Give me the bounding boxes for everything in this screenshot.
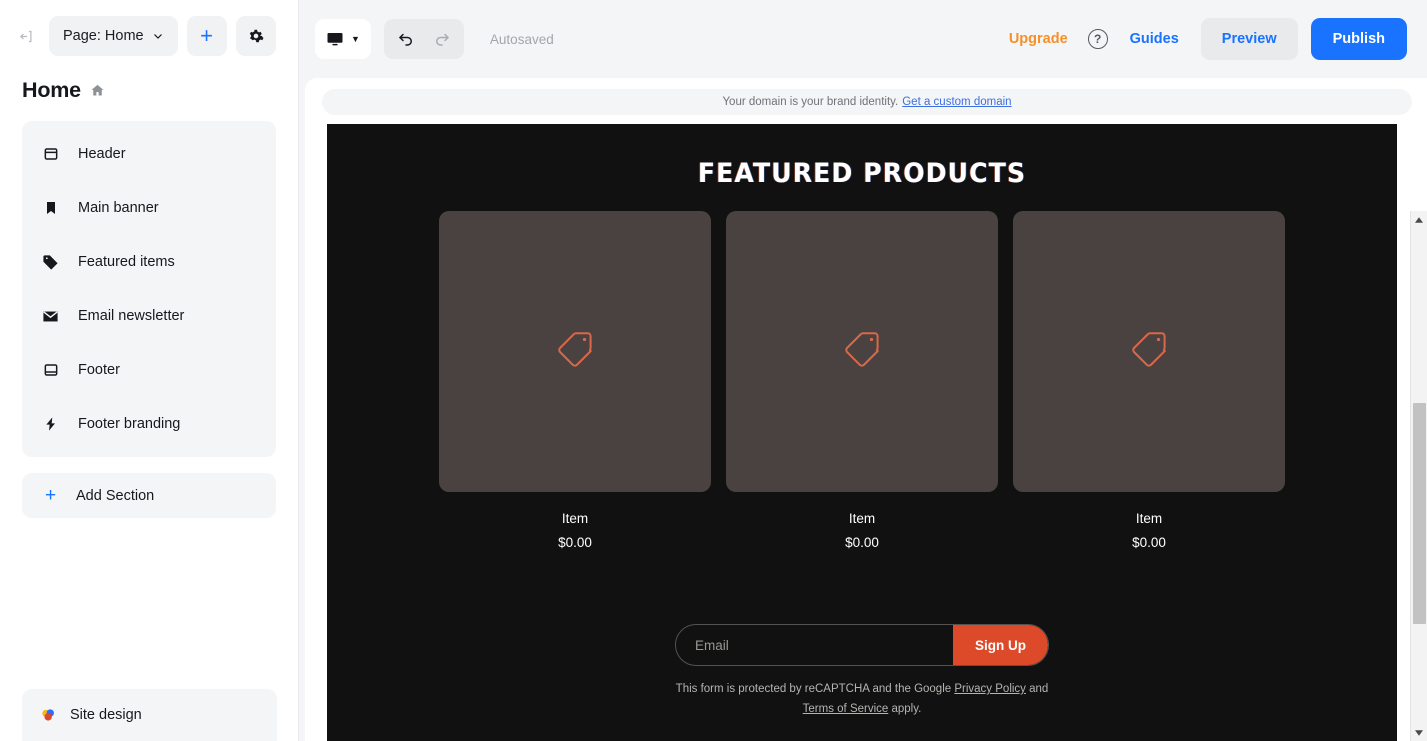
sidebar-toolbar: Page: Home + [0, 0, 298, 66]
device-selector-button[interactable]: ▼ [315, 19, 371, 59]
canvas-area: Your domain is your brand identity. Get … [305, 78, 1427, 741]
add-section-label: Add Section [76, 488, 154, 504]
product-card[interactable]: Item $0.00 [439, 211, 711, 550]
site-design-label: Site design [70, 707, 142, 723]
page-settings-button[interactable] [236, 16, 276, 56]
tag-icon [42, 254, 59, 271]
product-grid: Item $0.00 Item [327, 189, 1397, 550]
recaptcha-suffix: apply. [888, 703, 921, 715]
sidebar-item-label: Footer branding [78, 416, 180, 432]
product-thumbnail[interactable] [1013, 211, 1285, 492]
scroll-up-arrow-icon[interactable] [1411, 211, 1427, 228]
desktop-monitor-icon [326, 30, 344, 48]
top-toolbar-right: Upgrade ? Guides Preview Publish [997, 18, 1407, 60]
newsletter-form: Sign Up [675, 624, 1049, 666]
guides-link[interactable]: Guides [1116, 31, 1193, 47]
header-layout-icon [42, 146, 59, 162]
sidebar-item-footer-branding[interactable]: Footer branding [22, 397, 276, 451]
undo-redo-group [384, 19, 464, 59]
footer-layout-icon [42, 362, 59, 378]
sidebar-item-header[interactable]: Header [22, 127, 276, 181]
sidebar-item-email-newsletter[interactable]: Email newsletter [22, 289, 276, 343]
get-custom-domain-link[interactable]: Get a custom domain [902, 96, 1011, 108]
gear-icon [248, 28, 264, 44]
product-thumbnail[interactable] [439, 211, 711, 492]
upgrade-link[interactable]: Upgrade [997, 31, 1080, 47]
site-design-button[interactable]: Site design [22, 689, 277, 741]
product-thumbnail[interactable] [726, 211, 998, 492]
site-preview-frame[interactable]: FEATURED PRODUCTS Item $0.0 [327, 124, 1397, 741]
add-page-button[interactable]: + [187, 16, 227, 56]
editor-right-pane: ▼ Autosaved Upgrade ? Guides [299, 0, 1427, 741]
recaptcha-mid: and [1026, 683, 1048, 695]
color-palette-icon [40, 707, 57, 724]
preview-button[interactable]: Preview [1201, 18, 1298, 60]
product-card[interactable]: Item $0.00 [726, 211, 998, 550]
privacy-policy-link[interactable]: Privacy Policy [954, 683, 1026, 695]
help-icon[interactable]: ? [1088, 29, 1108, 49]
bookmark-icon [42, 200, 59, 216]
undo-button[interactable] [388, 21, 424, 57]
product-price: $0.00 [1013, 535, 1285, 550]
price-tag-icon [553, 327, 597, 376]
terms-of-service-link[interactable]: Terms of Service [803, 703, 889, 715]
page-title: Home [22, 78, 81, 103]
domain-banner-text: Your domain is your brand identity. [722, 96, 898, 108]
custom-domain-banner: Your domain is your brand identity. Get … [322, 89, 1412, 115]
price-tag-icon [1127, 327, 1171, 376]
plus-icon: + [42, 486, 59, 505]
add-section-button[interactable]: + Add Section [22, 473, 276, 518]
recaptcha-prefix: This form is protected by reCAPTCHA and … [676, 683, 955, 695]
email-input[interactable] [676, 625, 953, 665]
sidebar-item-label: Email newsletter [78, 308, 184, 324]
scrollbar-thumb[interactable] [1413, 403, 1426, 624]
chevron-down-icon: ▼ [351, 35, 360, 44]
sidebar-item-main-banner[interactable]: Main banner [22, 181, 276, 235]
chevron-down-icon [152, 30, 164, 42]
plus-icon: + [200, 25, 213, 47]
canvas-vertical-scrollbar[interactable] [1410, 211, 1427, 741]
featured-products-heading: FEATURED PRODUCTS [364, 124, 1359, 189]
left-sidebar: Page: Home + Home [0, 0, 299, 741]
sign-up-button[interactable]: Sign Up [953, 624, 1048, 666]
product-card[interactable]: Item $0.00 [1013, 211, 1285, 550]
top-toolbar: ▼ Autosaved Upgrade ? Guides [299, 0, 1427, 78]
section-list: Header Main banner Featured items [22, 121, 276, 457]
home-icon [90, 83, 105, 98]
page-title-row: Home [0, 66, 298, 121]
recaptcha-notice: This form is protected by reCAPTCHA and … [667, 680, 1057, 719]
sidebar-item-label: Featured items [78, 254, 175, 270]
sidebar-item-label: Main banner [78, 200, 159, 216]
envelope-icon [42, 308, 59, 325]
publish-button[interactable]: Publish [1311, 18, 1407, 60]
sidebar-item-label: Header [78, 146, 126, 162]
editor-app: Page: Home + Home [0, 0, 1427, 741]
sidebar-item-featured-items[interactable]: Featured items [22, 235, 276, 289]
page-selector-label: Page: Home [63, 28, 144, 44]
lightning-bolt-icon [42, 416, 59, 432]
page-selector-button[interactable]: Page: Home [49, 16, 178, 56]
product-name: Item [726, 511, 998, 526]
product-name: Item [439, 511, 711, 526]
product-name: Item [1013, 511, 1285, 526]
sidebar-item-footer[interactable]: Footer [22, 343, 276, 397]
scroll-down-arrow-icon[interactable] [1411, 724, 1427, 741]
newsletter-section: Sign Up [327, 624, 1397, 666]
product-price: $0.00 [726, 535, 998, 550]
sidebar-item-label: Footer [78, 362, 120, 378]
redo-button[interactable] [424, 21, 460, 57]
autosave-status: Autosaved [490, 32, 554, 47]
collapse-panel-icon[interactable] [12, 22, 40, 50]
product-price: $0.00 [439, 535, 711, 550]
price-tag-icon [840, 327, 884, 376]
